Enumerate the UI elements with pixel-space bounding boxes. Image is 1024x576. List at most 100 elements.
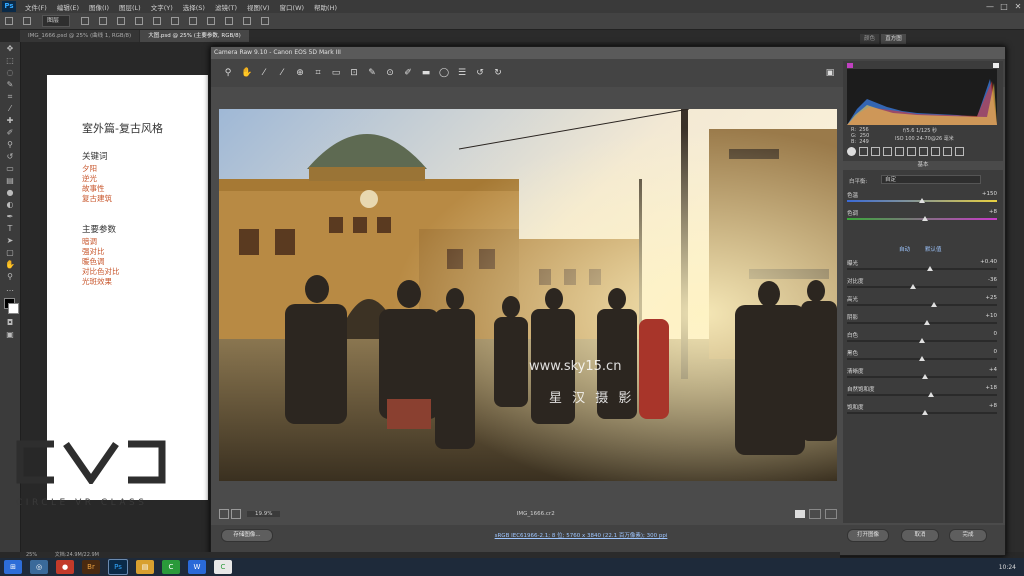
preview-mode-icon[interactable] (795, 509, 805, 518)
pen-tool-icon[interactable]: ✒ (4, 212, 16, 222)
straighten-icon[interactable]: ▭ (331, 68, 341, 78)
white-balance-icon[interactable]: ⁄ (259, 68, 269, 78)
auto-link[interactable]: 自动 (899, 245, 910, 253)
slider-thumb[interactable] (922, 374, 928, 379)
slider-thumb[interactable] (928, 392, 934, 397)
app-camtasia-icon[interactable]: C (162, 560, 180, 574)
snapshots-icon[interactable] (955, 147, 964, 156)
slider-value[interactable]: -36 (988, 277, 997, 283)
menu-layer[interactable]: 图层(L) (114, 2, 146, 12)
eraser-icon[interactable]: ▭ (4, 164, 16, 174)
close-button[interactable]: ✕ (1012, 1, 1024, 12)
app-photoshop-icon[interactable]: Ps (108, 559, 128, 575)
effects-icon[interactable] (919, 147, 928, 156)
slider-1[interactable]: 色调 +8 (847, 209, 997, 225)
slider-2[interactable]: 曝光 +0.40 (847, 259, 997, 275)
camera-calibration-icon[interactable] (931, 147, 940, 156)
presets-icon[interactable] (943, 147, 952, 156)
app-bridge-icon[interactable]: Br (82, 560, 100, 574)
auto-select-dropdown[interactable]: 图层 (42, 15, 71, 27)
rotate-right-icon[interactable]: ↻ (493, 68, 503, 78)
marquee-tool-icon[interactable]: ⬚ (4, 56, 16, 66)
spot-removal-icon[interactable]: ✎ (367, 68, 377, 78)
slider-thumb[interactable] (926, 266, 933, 271)
gradient-icon[interactable]: ▤ (4, 176, 16, 186)
minimize-button[interactable]: — (984, 1, 996, 12)
slider-value[interactable]: 0 (994, 349, 998, 355)
menu-filter[interactable]: 滤镜(T) (210, 2, 242, 12)
align-bottom-icon[interactable] (135, 17, 144, 25)
healing-brush-icon[interactable]: ✚ (4, 116, 16, 126)
before-after-icon[interactable] (809, 508, 821, 519)
save-image-button[interactable]: 存储图像... (221, 529, 273, 542)
slider-thumb[interactable] (922, 216, 928, 221)
color-sampler-icon[interactable]: ⁄ (277, 68, 287, 78)
slider-thumb[interactable] (919, 338, 925, 343)
slider-value[interactable]: +8 (989, 403, 997, 409)
history-brush-icon[interactable]: ↺ (4, 152, 16, 162)
shadow-clip-icon[interactable] (847, 63, 853, 68)
align-left-icon[interactable] (153, 17, 162, 25)
distribute-icon[interactable] (207, 17, 216, 25)
menu-edit[interactable]: 编辑(E) (52, 2, 84, 12)
slider-thumb[interactable] (931, 302, 937, 307)
slider-0[interactable]: 色温 +150 (847, 191, 997, 207)
workflow-options-link[interactable]: sRGB IEC61966-2.1; 8 位; 5760 x 3840 (22.… (451, 531, 711, 539)
slider-value[interactable]: +10 (985, 313, 997, 319)
align-top-icon[interactable] (99, 17, 108, 25)
white-balance-select[interactable]: 自定 (881, 175, 981, 184)
maximize-button[interactable]: □ (998, 1, 1010, 12)
menu-window[interactable]: 窗口(W) (275, 2, 310, 12)
slider-track[interactable] (847, 322, 997, 324)
slider-track[interactable] (847, 286, 997, 288)
move-tool-icon[interactable] (5, 17, 13, 25)
screen-mode-icon[interactable]: ▣ (4, 330, 16, 340)
slider-value[interactable]: +150 (982, 191, 997, 197)
slider-thumb[interactable] (922, 410, 928, 415)
slider-3[interactable]: 对比度 -36 (847, 277, 997, 293)
menu-image[interactable]: 图像(I) (84, 2, 114, 12)
background-color[interactable] (8, 303, 19, 314)
highlight-clip-icon[interactable] (993, 63, 999, 68)
zoom-tool-icon[interactable]: ⚲ (4, 272, 16, 282)
rotate-left-icon[interactable]: ↺ (475, 68, 485, 78)
distribute-2-icon[interactable] (225, 17, 234, 25)
color-swatches[interactable] (4, 298, 19, 314)
3d-mode-icon[interactable] (261, 17, 270, 25)
slider-value[interactable]: +8 (989, 209, 997, 215)
type-tool-icon[interactable]: T (4, 224, 16, 234)
menu-select[interactable]: 选择(S) (178, 2, 210, 12)
blur-tool-icon[interactable]: ● (4, 188, 16, 198)
move-tool-icon[interactable]: ✥ (4, 44, 16, 54)
zoom-in-icon[interactable] (231, 508, 241, 519)
slider-thumb[interactable] (919, 198, 925, 203)
menu-help[interactable]: 帮助(H) (309, 2, 342, 12)
slider-thumb[interactable] (919, 356, 925, 361)
slider-value[interactable]: +18 (985, 385, 997, 391)
open-image-button[interactable]: 打开图像 (847, 529, 889, 542)
shape-tool-icon[interactable]: ▢ (4, 248, 16, 258)
cancel-button[interactable]: 取消 (901, 529, 939, 542)
quick-mask-icon[interactable]: ◘ (4, 318, 16, 328)
clock[interactable]: 10:24 (999, 564, 1016, 571)
crop-tool-icon[interactable]: ⌗ (4, 92, 16, 102)
align-middle-icon[interactable] (117, 17, 126, 25)
zoom-icon[interactable]: ⚲ (223, 68, 233, 78)
slider-9[interactable]: 自然饱和度 +18 (847, 385, 997, 401)
hand-tool-icon[interactable]: ✋ (4, 260, 16, 270)
red-eye-icon[interactable]: ⊙ (385, 68, 395, 78)
slider-4[interactable]: 高光 +25 (847, 295, 997, 311)
slider-thumb[interactable] (923, 320, 930, 325)
lens-icon[interactable] (907, 147, 916, 156)
more-tools-icon[interactable]: … (4, 284, 16, 294)
slider-value[interactable]: +0.40 (980, 259, 997, 265)
adjustment-brush-icon[interactable]: ✐ (403, 68, 413, 78)
radial-filter-icon[interactable]: ◯ (439, 68, 449, 78)
slider-track[interactable] (847, 394, 997, 396)
default-link[interactable]: 默认值 (925, 245, 942, 253)
menu-type[interactable]: 文字(Y) (146, 2, 178, 12)
tab-img1666[interactable]: IMG_1666.psd @ 25% (曲线 1, RGB/8) (20, 30, 140, 42)
lasso-tool-icon[interactable]: ◌ (4, 68, 16, 78)
hand-icon[interactable]: ✋ (241, 68, 252, 78)
tab-main[interactable]: 大图.psd @ 25% (主要参数, RGB/8) (140, 30, 249, 42)
